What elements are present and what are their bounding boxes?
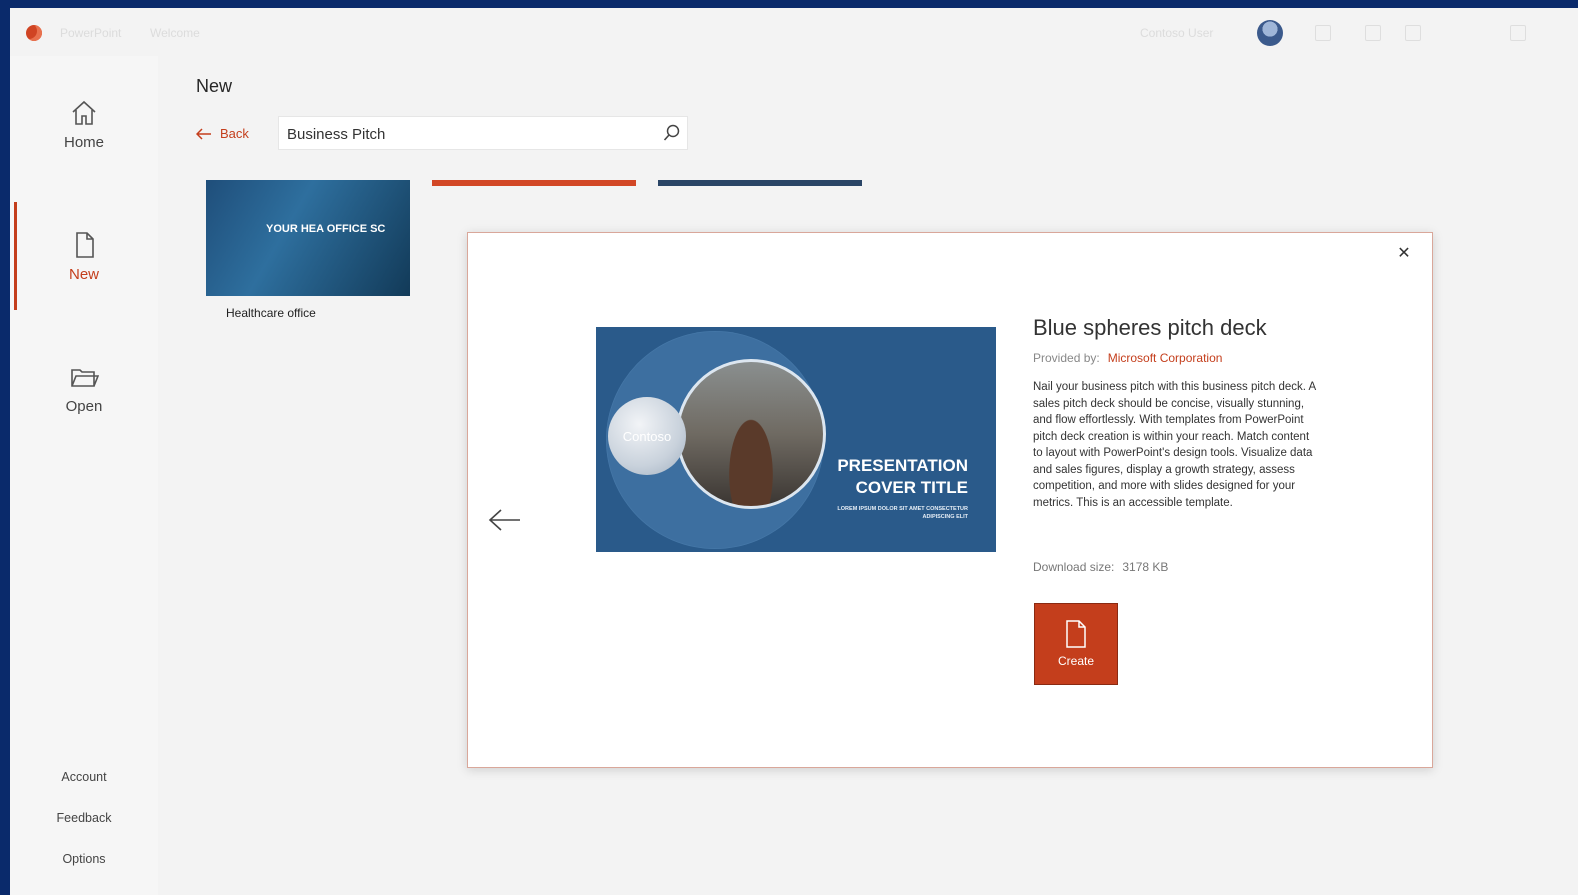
folder-open-icon	[71, 369, 99, 387]
home-icon	[72, 100, 96, 125]
document-name: Welcome	[150, 26, 200, 40]
back-button[interactable]: Back	[196, 126, 249, 141]
powerpoint-logo-icon	[26, 25, 42, 41]
backstage-nav: Home New Open Account Feedback Options	[10, 56, 158, 895]
nav-item-home[interactable]: Home	[10, 98, 158, 151]
provider-link[interactable]: Microsoft Corporation	[1108, 351, 1223, 365]
powerpoint-window: PowerPoint Welcome Contoso User Home New…	[10, 8, 1578, 895]
search-input[interactable]	[285, 117, 659, 151]
minimize-icon[interactable]	[1405, 25, 1421, 41]
provided-by: Provided by: Microsoft Corporation	[1033, 351, 1223, 365]
close-window-icon[interactable]	[1510, 25, 1526, 41]
avatar[interactable]	[1257, 20, 1283, 46]
create-file-icon	[1066, 620, 1086, 648]
template-label[interactable]: Healthcare office	[226, 306, 316, 320]
help-icon[interactable]	[1365, 25, 1381, 41]
template-description: Nail your business pitch with this busin…	[1033, 381, 1316, 509]
cover-subtitle: LOREM IPSUM DOLOR SIT AMET CONSECTETUR A…	[837, 506, 968, 520]
template-thumbnail[interactable]	[658, 180, 862, 186]
nav-item-open[interactable]: Open	[10, 362, 158, 415]
new-file-icon	[76, 232, 94, 258]
nav-item-label: Home	[63, 134, 104, 151]
close-icon[interactable]: ✕	[1394, 243, 1414, 263]
search-box	[278, 116, 688, 151]
nav-feedback[interactable]: Feedback	[10, 811, 158, 825]
user-name[interactable]: Contoso User	[1140, 26, 1213, 40]
create-label: Create	[1057, 654, 1095, 668]
settings-icon[interactable]	[1315, 25, 1331, 41]
title-bar: PowerPoint Welcome Contoso User	[10, 8, 1578, 56]
nav-account[interactable]: Account	[10, 770, 158, 784]
back-label: Back	[220, 126, 249, 141]
cover-title: PRESENTATION COVER TITLE	[837, 456, 968, 497]
main-panel: New Back YOUR HEA OFFICE SC Healthcare o…	[158, 56, 1578, 895]
back-arrow-icon	[196, 127, 211, 140]
page-title: New	[196, 76, 233, 96]
template-thumbnail[interactable]	[432, 180, 636, 186]
search-icon[interactable]	[663, 124, 681, 142]
nav-item-label: Open	[65, 398, 103, 415]
template-title: Blue spheres pitch deck	[1033, 315, 1267, 340]
template-thumbnail[interactable]: YOUR HEA OFFICE SC	[206, 180, 410, 296]
app-name: PowerPoint	[60, 26, 122, 40]
previous-arrow-icon[interactable]	[488, 507, 522, 533]
download-size: Download size: 3178 KB	[1033, 560, 1169, 574]
template-preview-dialog: ✕ Contoso PRESENTATION COVER TITLE LOREM…	[467, 232, 1433, 768]
template-preview-image: Contoso PRESENTATION COVER TITLE LOREM I…	[596, 327, 996, 552]
template-thumbnail-text: YOUR HEA OFFICE SC	[266, 223, 386, 235]
nav-options[interactable]: Options	[10, 852, 158, 866]
create-button[interactable]: Create	[1034, 603, 1118, 685]
nav-item-new[interactable]: New	[10, 230, 158, 283]
brand-text: Contoso	[622, 428, 672, 444]
nav-item-label: New	[68, 266, 99, 283]
photo-circle	[676, 359, 826, 509]
brand-logo: Contoso	[608, 397, 686, 475]
